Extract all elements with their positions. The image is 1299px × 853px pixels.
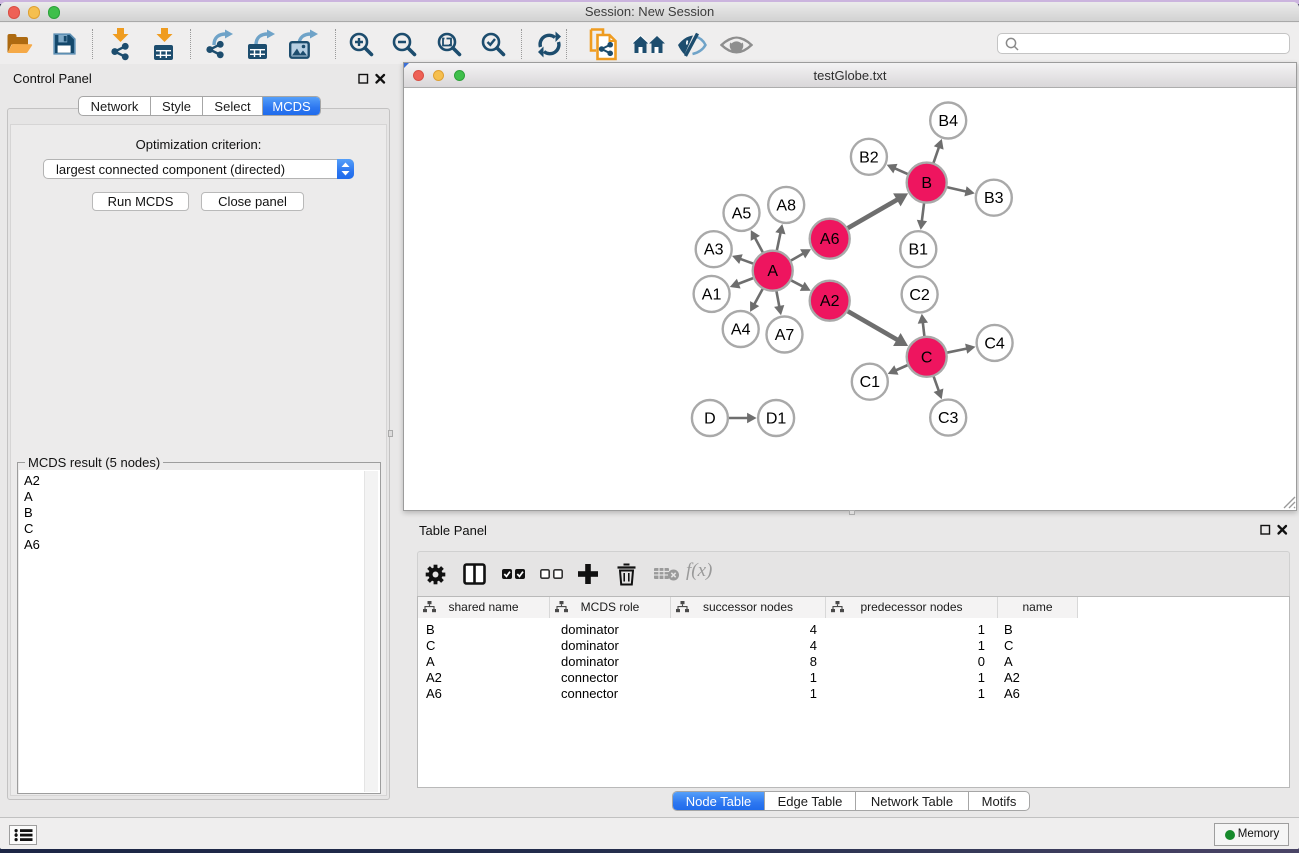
svg-text:C1: C1: [860, 374, 881, 391]
svg-text:C4: C4: [984, 335, 1005, 352]
svg-text:A7: A7: [775, 327, 795, 344]
svg-text:B4: B4: [938, 113, 958, 130]
svg-text:A4: A4: [731, 322, 751, 339]
svg-text:A8: A8: [776, 197, 796, 214]
svg-text:A3: A3: [704, 242, 724, 259]
svg-text:D1: D1: [766, 411, 787, 428]
svg-text:B3: B3: [984, 190, 1004, 207]
svg-text:C: C: [921, 349, 933, 366]
svg-text:A2: A2: [820, 293, 840, 310]
svg-text:A: A: [767, 263, 778, 280]
svg-text:B: B: [921, 175, 932, 192]
svg-text:A5: A5: [732, 205, 752, 222]
svg-text:A1: A1: [702, 286, 722, 303]
svg-text:B1: B1: [909, 242, 929, 259]
svg-text:D: D: [704, 411, 716, 428]
svg-text:B2: B2: [859, 149, 879, 166]
svg-text:C3: C3: [938, 410, 959, 427]
svg-text:C2: C2: [909, 287, 930, 304]
svg-text:A6: A6: [820, 231, 840, 248]
